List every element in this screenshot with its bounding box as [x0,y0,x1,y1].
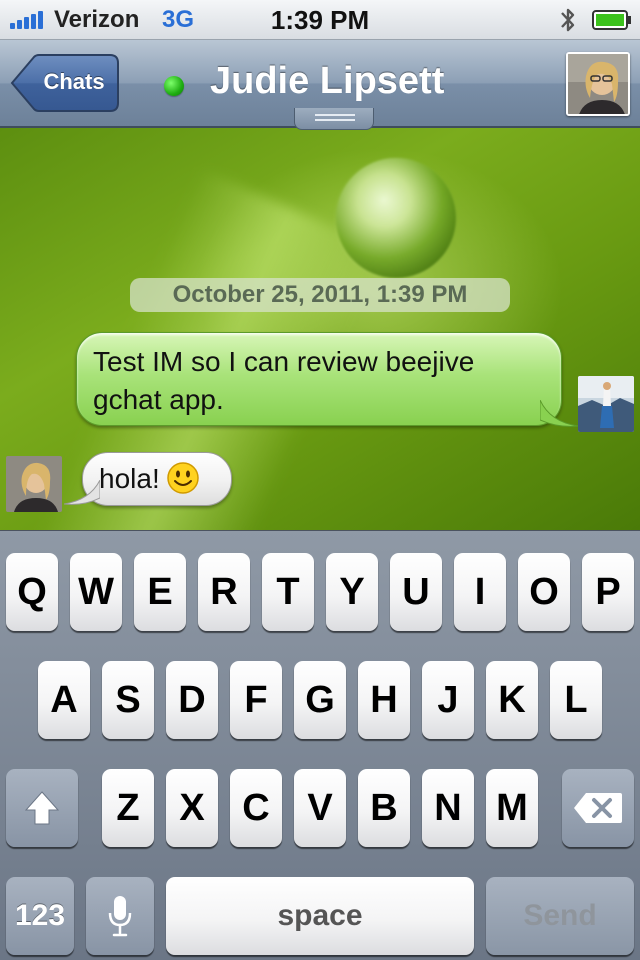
key-w[interactable]: W [70,553,122,631]
key-m[interactable]: M [486,769,538,847]
incoming-bubble-tail [64,480,100,505]
key-o[interactable]: O [518,553,570,631]
contact-name-title: Judie Lipsett [210,60,445,102]
message-timestamp: October 25, 2011, 1:39 PM [130,278,510,312]
key-n[interactable]: N [422,769,474,847]
incoming-message-text: hola! [99,463,160,494]
my-avatar [578,376,634,432]
bluetooth-icon [561,8,575,32]
status-time: 1:39 PM [270,5,370,35]
key-q[interactable]: Q [6,553,58,631]
key-k[interactable]: K [486,661,538,739]
smiley-icon [166,461,199,494]
chats-back-button[interactable]: Chats [10,54,120,112]
key-v[interactable]: V [294,769,346,847]
contact-photo [568,54,628,114]
numbers-key[interactable]: 123 [6,877,74,955]
back-button-label: Chats [43,69,105,94]
on-screen-keyboard: Q W E R T Y U I O P A S D F G H J K L Z … [0,530,640,960]
status-bar: Verizon 3G 1:39 PM [0,0,640,40]
key-c[interactable]: C [230,769,282,847]
key-z[interactable]: Z [102,769,154,847]
outgoing-message-bubble[interactable]: Test IM so I can review beejive gchat ap… [76,332,562,426]
key-x[interactable]: X [166,769,218,847]
incoming-message-bubble[interactable]: hola! [82,452,232,506]
key-j[interactable]: J [422,661,474,739]
online-status-icon [164,76,184,96]
wallpaper-water-drop [336,158,456,278]
drawer-pull-tab[interactable] [294,108,374,130]
key-r[interactable]: R [198,553,250,631]
outgoing-bubble-tail [540,400,579,427]
send-button[interactable]: Send [486,877,634,955]
shift-icon [24,791,60,825]
backspace-icon [574,793,622,823]
chat-transcript[interactable]: October 25, 2011, 1:39 PM Test IM so I c… [0,128,640,530]
microphone-icon [108,896,132,937]
key-e[interactable]: E [134,553,186,631]
key-u[interactable]: U [390,553,442,631]
space-key[interactable]: space [166,877,474,955]
key-h[interactable]: H [358,661,410,739]
key-y[interactable]: Y [326,553,378,631]
key-p[interactable]: P [582,553,634,631]
contact-avatar[interactable] [566,52,630,116]
dictation-key[interactable] [86,877,154,955]
key-g[interactable]: G [294,661,346,739]
key-i[interactable]: I [454,553,506,631]
battery-icon [592,10,631,30]
contact-message-avatar [6,456,62,512]
shift-key[interactable] [6,769,78,847]
key-f[interactable]: F [230,661,282,739]
key-s[interactable]: S [102,661,154,739]
key-a[interactable]: A [38,661,90,739]
key-l[interactable]: L [550,661,602,739]
key-t[interactable]: T [262,553,314,631]
key-b[interactable]: B [358,769,410,847]
key-d[interactable]: D [166,661,218,739]
delete-key[interactable] [562,769,634,847]
